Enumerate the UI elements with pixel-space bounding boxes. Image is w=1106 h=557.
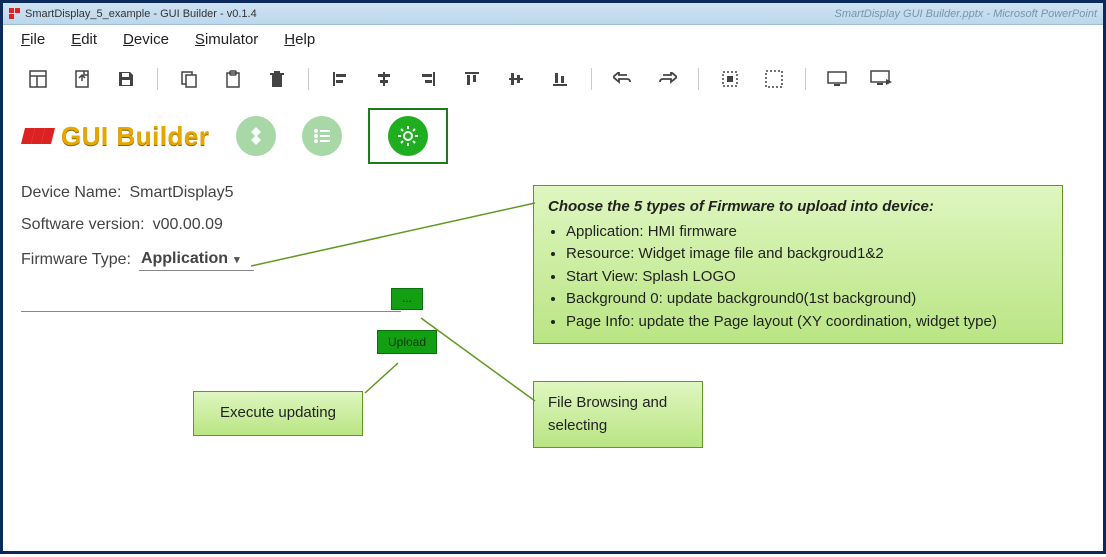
device-name-value: SmartDisplay5 [129, 184, 233, 202]
titlebar: SmartDisplay_5_example - GUI Builder - v… [3, 3, 1103, 25]
firmware-type-label: Firmware Type: [21, 251, 131, 269]
device-name-label: Device Name: [21, 184, 121, 202]
display-icon[interactable] [820, 62, 854, 96]
copy-icon[interactable] [172, 62, 206, 96]
brand-text: GUI Builder [61, 121, 210, 152]
callout-item: Start View: Splash LOGO [566, 266, 1048, 289]
toolbar [3, 54, 1103, 104]
browse-button[interactable]: ... [391, 288, 423, 310]
callout-item: Resource: Widget image file and backgrou… [566, 243, 1048, 266]
callout-big-title: Choose the 5 types of Firmware to upload… [548, 196, 1048, 219]
align-bottom-icon[interactable] [543, 62, 577, 96]
align-center-v-icon[interactable] [499, 62, 533, 96]
software-version-value: v00.00.09 [153, 216, 223, 234]
firmware-type-value: Application [141, 250, 228, 268]
file-path-input[interactable] [21, 311, 401, 312]
callout-big-list: Application: HMI firmware Resource: Widg… [566, 221, 1048, 334]
callout-item: Page Info: update the Page layout (XY co… [566, 311, 1048, 334]
mode-settings-button[interactable] [388, 116, 428, 156]
mode-list-button[interactable] [302, 116, 342, 156]
redo-icon[interactable] [650, 62, 684, 96]
align-right-icon[interactable] [411, 62, 445, 96]
upload-button[interactable]: Upload [377, 330, 437, 354]
bg-window-title: SmartDisplay GUI Builder.pptx - Microsof… [835, 8, 1097, 20]
delete-icon[interactable] [260, 62, 294, 96]
menu-edit[interactable]: Edit [71, 31, 97, 48]
menu-file[interactable]: File [21, 31, 45, 48]
callout-item: Background 0: update background0(1st bac… [566, 288, 1048, 311]
app-icon [9, 8, 21, 20]
align-center-h-icon[interactable] [367, 62, 401, 96]
menu-help[interactable]: Help [284, 31, 315, 48]
align-top-icon[interactable] [455, 62, 489, 96]
align-left-icon[interactable] [323, 62, 357, 96]
brand-row: GUI Builder [3, 104, 1103, 170]
logo-icon [21, 124, 55, 148]
undo-icon[interactable] [606, 62, 640, 96]
paste-icon[interactable] [216, 62, 250, 96]
callout-item: Application: HMI firmware [566, 221, 1048, 244]
select-all-icon[interactable] [757, 62, 791, 96]
select-box-icon[interactable] [713, 62, 747, 96]
window-title: SmartDisplay_5_example - GUI Builder - v… [25, 8, 257, 20]
menu-simulator[interactable]: Simulator [195, 31, 258, 48]
callout-firmware-types: Choose the 5 types of Firmware to upload… [533, 185, 1063, 344]
software-version-label: Software version: [21, 216, 145, 234]
mode-layout-button[interactable] [236, 116, 276, 156]
new-icon[interactable] [21, 62, 55, 96]
brand-logo: GUI Builder [21, 121, 210, 152]
open-icon[interactable] [65, 62, 99, 96]
firmware-type-select[interactable]: Application [139, 248, 254, 271]
callout-execute: Execute updating [193, 391, 363, 436]
mode-settings-wrap [368, 108, 448, 164]
menubar: File Edit Device Simulator Help [3, 25, 1103, 54]
save-icon[interactable] [109, 62, 143, 96]
callout-file-browse: File Browsing and selecting [533, 381, 703, 448]
menu-device[interactable]: Device [123, 31, 169, 48]
display-play-icon[interactable] [864, 62, 898, 96]
